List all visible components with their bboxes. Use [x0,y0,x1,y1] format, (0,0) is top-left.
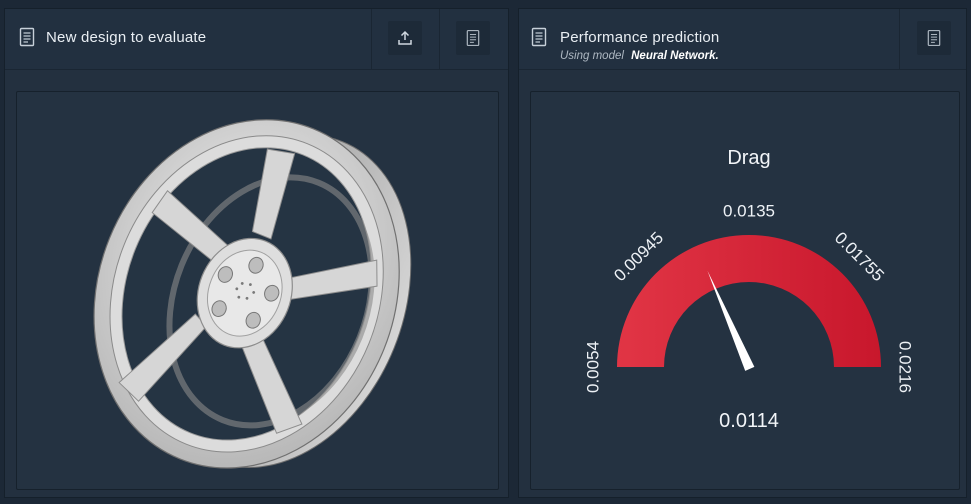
document-icon [466,29,480,47]
document-icon [19,27,35,47]
prediction-panel-title: Performance prediction [560,29,720,46]
gauge-value: 0.0114 [719,410,779,432]
header-divider [439,9,440,69]
model-name: Neural Network. [631,50,719,62]
design-notes-button[interactable] [456,21,490,55]
gauge-title: Drag [727,147,770,169]
design-3d-viewport[interactable] [16,91,499,490]
model-subtitle-prefix: Using model [560,50,624,62]
gauge-tick-label: 0.0054 [583,341,602,393]
design-panel-title: New design to evaluate [46,29,207,46]
header-divider [371,9,372,69]
gauge-band [617,235,881,367]
header-divider [899,9,900,69]
document-icon [927,29,941,47]
drag-gauge-card: Drag 0.0054 0.00945 0.0135 0.01755 0.0216 0.… [530,91,960,490]
design-panel: New design to evaluate [4,8,509,498]
upload-icon [398,30,412,45]
gauge-needle [707,270,755,371]
upload-button[interactable] [388,21,422,55]
document-icon [531,27,547,47]
prediction-panel-header: Performance prediction Using model Neura… [519,9,966,70]
model-subtitle: Using model Neural Network. [560,50,719,62]
wheel-rim-model-image [93,119,412,469]
gauge-tick-label: 0.0135 [723,201,775,220]
prediction-panel: Performance prediction Using model Neura… [518,8,967,498]
design-panel-header: New design to evaluate [5,9,508,70]
drag-gauge: Drag 0.00540.009450.01350.017550.0216 0.… [583,147,915,432]
gauge-tick-label: 0.0216 [896,341,915,393]
prediction-notes-button[interactable] [917,21,951,55]
